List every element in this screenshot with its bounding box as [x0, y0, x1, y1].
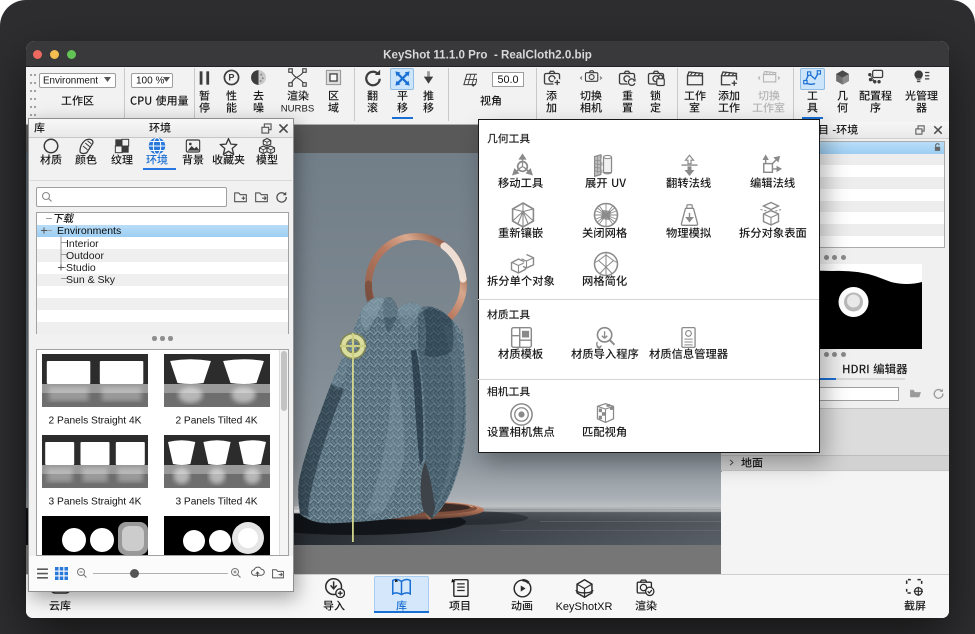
svg-text:P: P — [228, 73, 234, 83]
